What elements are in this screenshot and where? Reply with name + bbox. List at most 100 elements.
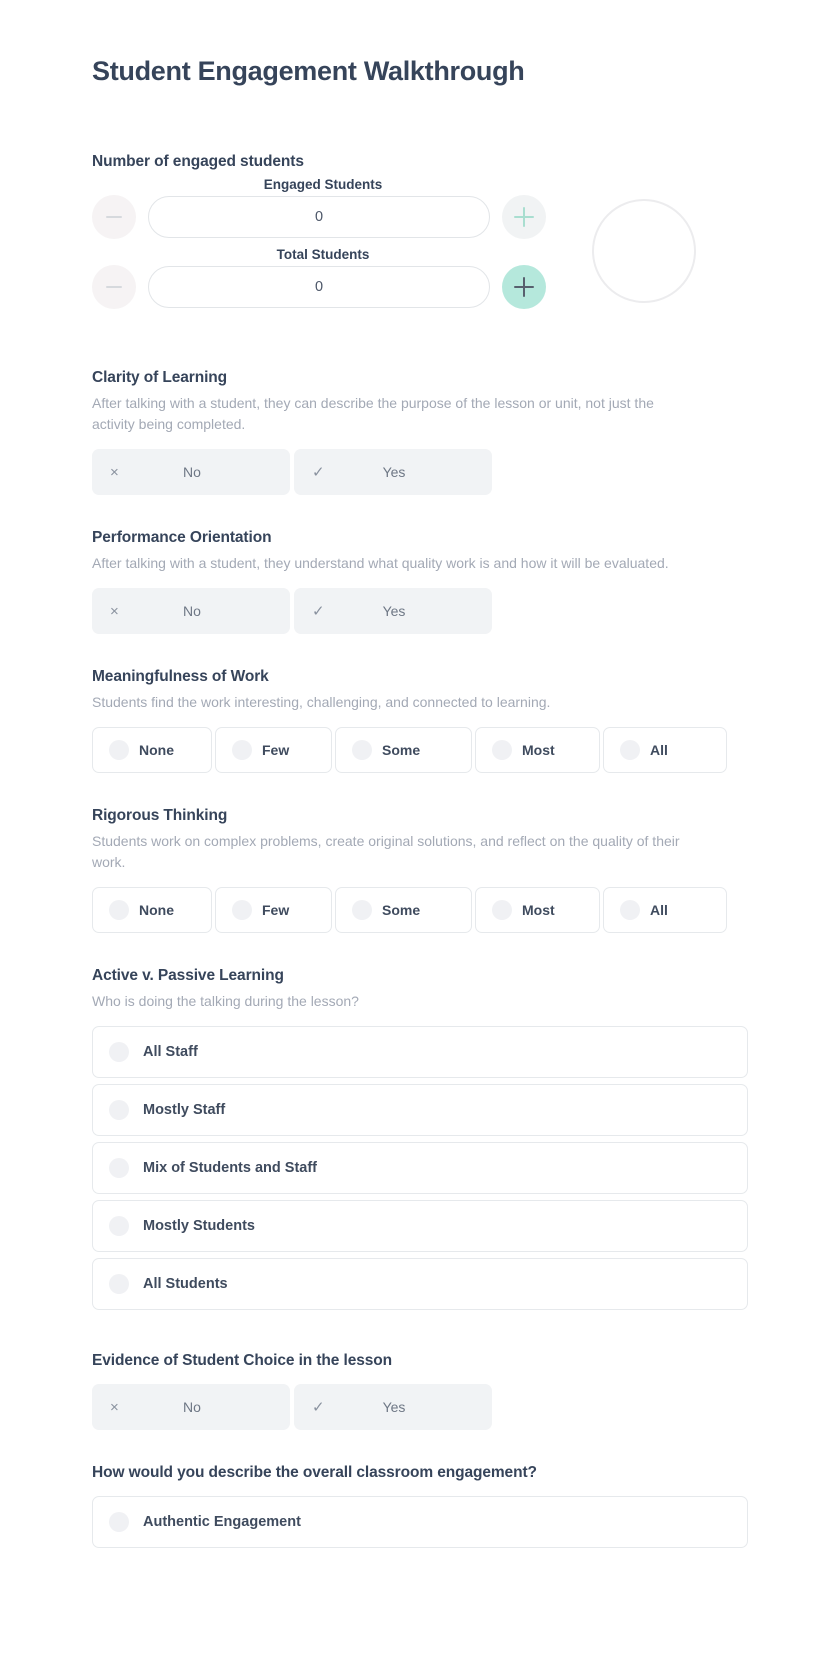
radio-icon — [109, 1216, 129, 1236]
yes-option-clarity[interactable]: ✓ Yes — [294, 449, 492, 495]
section-title-rigorous: Rigorous Thinking — [92, 807, 228, 824]
section-title-engaged-students: Number of engaged students — [92, 153, 304, 170]
yes-no-row-student_choice: × No ✓ Yes — [92, 1384, 748, 1430]
no-option-label: No — [183, 464, 201, 480]
scale-option-rigorous-2[interactable]: Some — [335, 887, 472, 933]
section-title-student_choice: Evidence of Student Choice in the lesson — [92, 1352, 393, 1369]
scale-option-rigorous-0[interactable]: None — [92, 887, 212, 933]
form-page: Student Engagement Walkthrough Number of… — [0, 0, 840, 1630]
list-item-label: All Students — [143, 1276, 228, 1292]
no-option-clarity[interactable]: × No — [92, 449, 290, 495]
list-item-label: Mostly Staff — [143, 1102, 226, 1118]
total-decrement-button[interactable] — [92, 265, 136, 309]
yes-option-label: Yes — [382, 464, 406, 480]
radio-icon — [620, 900, 640, 920]
section-description-rigorous: Students work on complex problems, creat… — [92, 833, 680, 870]
scale-option-rigorous-3[interactable]: Most — [475, 887, 600, 933]
radio-icon — [620, 740, 640, 760]
no-option-label: No — [183, 603, 201, 619]
section-clarity: Clarity of Learning After talking with a … — [92, 369, 748, 495]
total-students-label: Total Students — [276, 247, 370, 262]
section-performance: Performance Orientation After talking wit… — [92, 529, 748, 634]
scale-option-meaningfulness-1[interactable]: Few — [215, 727, 332, 773]
engaged-increment-button[interactable] — [502, 195, 546, 239]
list-item[interactable]: Mix of Students and Staff — [92, 1142, 748, 1194]
scale-option-label: None — [139, 902, 174, 918]
scale-option-rigorous-4[interactable]: All — [603, 887, 727, 933]
section-title-performance: Performance Orientation — [92, 529, 272, 546]
engaged-students-input[interactable] — [148, 196, 490, 238]
cross-icon: × — [110, 463, 119, 481]
scale-row-rigorous: None Few Some Most All — [92, 887, 748, 933]
scale-option-meaningfulness-2[interactable]: Some — [335, 727, 472, 773]
page-title: Student Engagement Walkthrough — [92, 56, 525, 86]
radio-icon — [109, 1042, 129, 1062]
radio-icon — [109, 1100, 129, 1120]
list-item[interactable]: Authentic Engagement — [92, 1496, 748, 1548]
engagement-percent-circle — [592, 199, 696, 303]
section-title-meaningfulness: Meaningfulness of Work — [92, 668, 269, 685]
total-increment-button[interactable] — [502, 265, 546, 309]
section-title-clarity: Clarity of Learning — [92, 369, 228, 386]
cross-icon: × — [110, 602, 119, 620]
minus-icon — [106, 286, 122, 288]
cross-icon: × — [110, 1398, 119, 1416]
radio-icon — [352, 740, 372, 760]
engaged-students-stepper — [92, 195, 546, 239]
section-overall: How would you describe the overall class… — [92, 1464, 748, 1548]
yes-no-row-performance: × No ✓ Yes — [92, 588, 748, 634]
scale-option-label: Most — [522, 902, 555, 918]
plus-icon — [514, 277, 534, 297]
scale-option-label: Few — [262, 902, 290, 918]
yes-option-performance[interactable]: ✓ Yes — [294, 588, 492, 634]
yes-option-student_choice[interactable]: ✓ Yes — [294, 1384, 492, 1430]
total-students-stepper — [92, 265, 546, 309]
section-active_passive: Active v. Passive Learning Who is doing t… — [92, 967, 748, 1310]
list-item[interactable]: Mostly Staff — [92, 1084, 748, 1136]
section-rigorous: Rigorous Thinking Students work on comple… — [92, 807, 748, 933]
section-description-active_passive: Who is doing the talking during the less… — [92, 993, 359, 1009]
engaged-students-section: Number of engaged students Engaged Stude… — [92, 153, 748, 317]
radio-icon — [109, 1274, 129, 1294]
engaged-decrement-button[interactable] — [92, 195, 136, 239]
section-student_choice: Evidence of Student Choice in the lesson… — [92, 1352, 748, 1430]
list-item[interactable]: Mostly Students — [92, 1200, 748, 1252]
plus-icon — [514, 207, 534, 227]
sections-host: Clarity of Learning After talking with a … — [92, 369, 748, 1548]
radio-icon — [492, 900, 512, 920]
radio-icon — [109, 900, 129, 920]
total-students-input[interactable] — [148, 266, 490, 308]
option-list-active_passive: All Staff Mostly Staff Mix of Students and… — [92, 1026, 748, 1310]
yes-no-row-clarity: × No ✓ Yes — [92, 449, 748, 495]
scale-option-meaningfulness-0[interactable]: None — [92, 727, 212, 773]
section-description-meaningfulness: Students find the work interesting, chal… — [92, 694, 551, 710]
radio-icon — [232, 740, 252, 760]
counter-stack: Engaged Students Total Students — [92, 177, 546, 317]
radio-icon — [109, 740, 129, 760]
minus-icon — [106, 216, 122, 218]
scale-option-label: None — [139, 742, 174, 758]
scale-option-rigorous-1[interactable]: Few — [215, 887, 332, 933]
no-option-student_choice[interactable]: × No — [92, 1384, 290, 1430]
radio-icon — [352, 900, 372, 920]
list-item-label: Mostly Students — [143, 1218, 255, 1234]
scale-option-label: Some — [382, 742, 421, 758]
section-title-active_passive: Active v. Passive Learning — [92, 967, 284, 984]
scale-option-label: All — [650, 742, 668, 758]
no-option-performance[interactable]: × No — [92, 588, 290, 634]
check-icon: ✓ — [312, 603, 325, 620]
option-list-overall: Authentic Engagement — [92, 1496, 748, 1548]
scale-option-meaningfulness-3[interactable]: Most — [475, 727, 600, 773]
section-description-performance: After talking with a student, they under… — [92, 555, 669, 571]
section-title-overall: How would you describe the overall class… — [92, 1464, 537, 1481]
counter-wrap: Engaged Students Total Students — [92, 177, 748, 317]
check-icon: ✓ — [312, 1399, 325, 1416]
radio-icon — [232, 900, 252, 920]
yes-option-label: Yes — [382, 603, 406, 619]
no-option-label: No — [183, 1399, 201, 1415]
list-item[interactable]: All Students — [92, 1258, 748, 1310]
list-item-label: All Staff — [143, 1044, 198, 1060]
list-item[interactable]: All Staff — [92, 1026, 748, 1078]
scale-option-meaningfulness-4[interactable]: All — [603, 727, 727, 773]
scale-option-label: All — [650, 902, 668, 918]
